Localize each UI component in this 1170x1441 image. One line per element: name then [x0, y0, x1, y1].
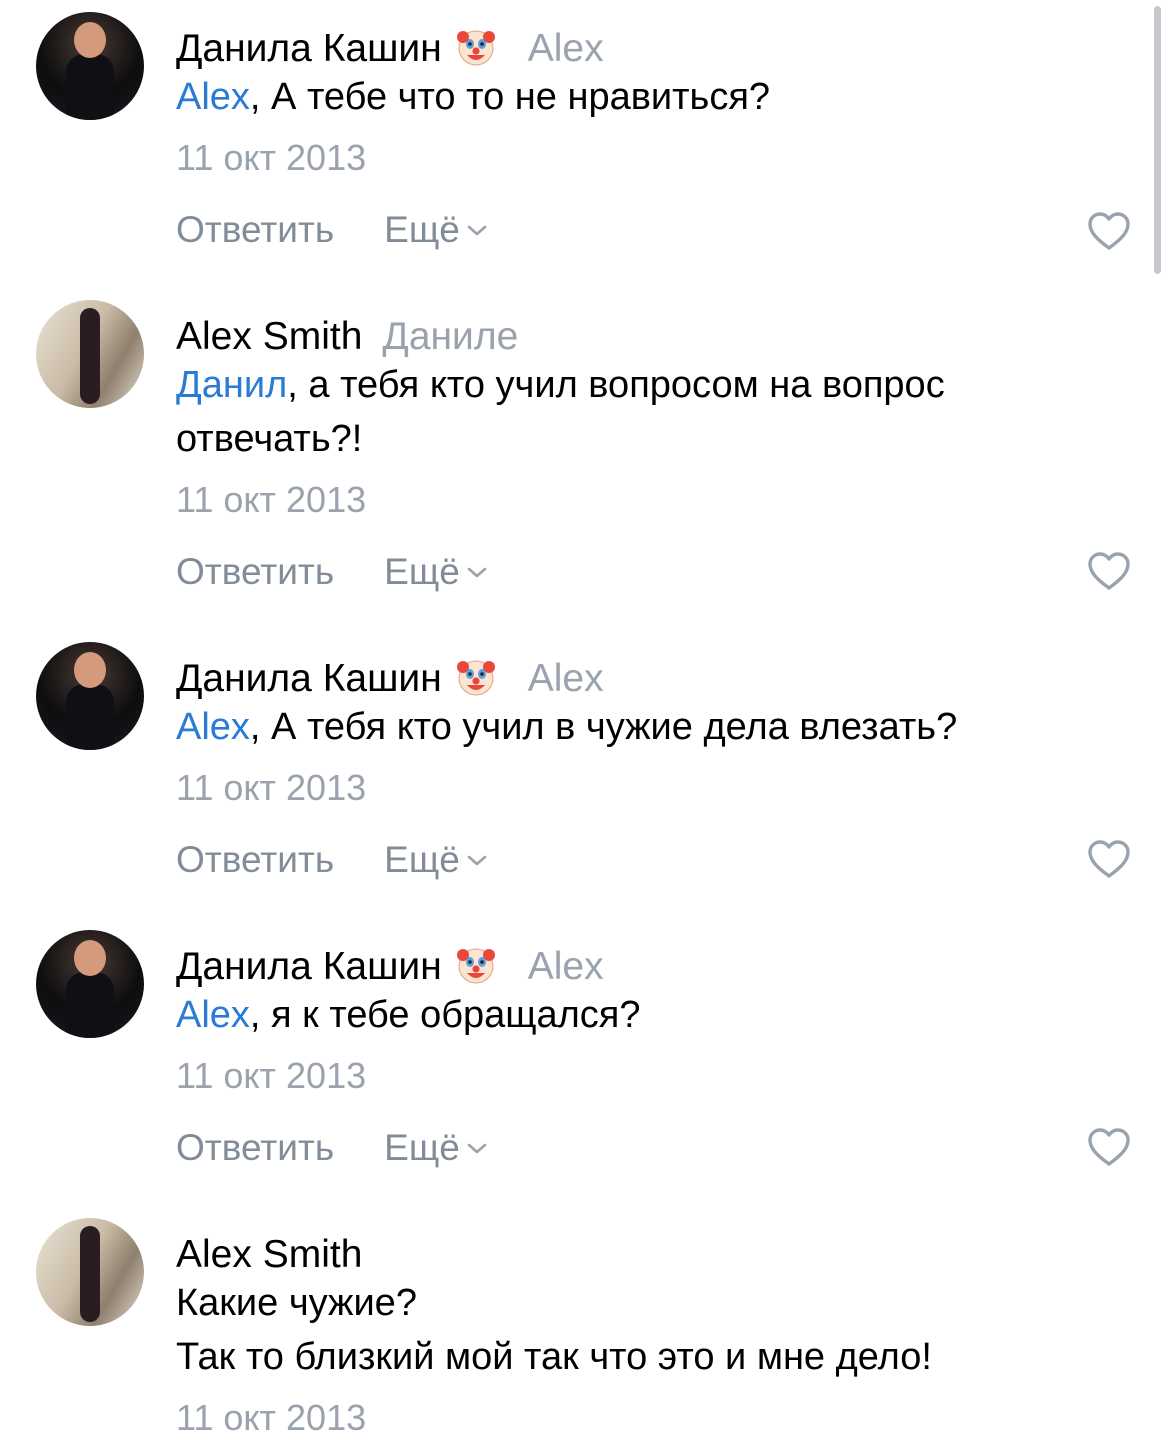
comment-text: Данил, а тебя кто учил вопросом на вопро…: [176, 358, 945, 466]
reply-to-name[interactable]: Даниле: [382, 315, 518, 358]
avatar[interactable]: [36, 300, 144, 408]
more-button[interactable]: Ещё: [384, 839, 488, 880]
comment-header: Данила Кашин Alex: [176, 942, 604, 992]
reply-to-name[interactable]: Alex: [528, 27, 604, 70]
heart-outline-icon[interactable]: [1086, 210, 1132, 252]
comment-actions: Ответить Ещё: [176, 550, 488, 594]
comment-date: 11 окт 2013: [176, 767, 367, 808]
comment-text-line: , А тебя кто учил в чужие дела влезать?: [249, 706, 958, 748]
author-name[interactable]: Alex Smith: [176, 315, 362, 358]
more-label: Ещё: [384, 1127, 460, 1168]
mention-link[interactable]: Данил: [176, 364, 287, 406]
more-label: Ещё: [384, 551, 460, 592]
heart-outline-icon[interactable]: [1086, 838, 1132, 880]
comment-text-line: Какие чужие?: [176, 1282, 417, 1324]
reply-button[interactable]: Ответить: [176, 1127, 334, 1168]
avatar[interactable]: [36, 642, 144, 750]
clown-face-emoji-icon: [456, 948, 495, 984]
reply-button[interactable]: Ответить: [176, 551, 334, 592]
comment-date: 11 окт 2013: [176, 137, 367, 178]
comment-header: Alex Smith: [176, 1230, 362, 1280]
mention-link[interactable]: Alex: [176, 706, 250, 748]
comment-text-line: , я к тебе обращался?: [249, 994, 641, 1036]
chevron-down-icon: [467, 1143, 487, 1154]
comment-text-line: , а тебя кто учил вопросом на вопрос: [287, 364, 945, 406]
avatar[interactable]: [36, 12, 144, 120]
more-label: Ещё: [384, 209, 460, 250]
mention-link[interactable]: Alex: [176, 76, 250, 118]
author-name[interactable]: Данила Кашин: [176, 657, 442, 700]
comment-actions: Ответить Ещё: [176, 838, 488, 882]
comment-text: Alex, А тебя кто учил в чужие дела влеза…: [176, 700, 957, 754]
clown-face-emoji-icon: [456, 30, 495, 66]
scrollbar[interactable]: [1154, 6, 1161, 274]
comment-actions: Ответить Ещё: [176, 208, 488, 252]
author-name[interactable]: Alex Smith: [176, 1233, 362, 1276]
reply-button[interactable]: Ответить: [176, 839, 334, 880]
comment-date: 11 окт 2013: [176, 1397, 367, 1438]
reply-to-name[interactable]: Alex: [528, 945, 604, 988]
heart-outline-icon[interactable]: [1086, 1126, 1132, 1168]
heart-outline-icon[interactable]: [1086, 550, 1132, 592]
clown-face-emoji-icon: [456, 660, 495, 696]
comment-header: Данила Кашин Alex: [176, 654, 604, 704]
more-label: Ещё: [384, 839, 460, 880]
author-name[interactable]: Данила Кашин: [176, 945, 442, 988]
comment-text: Alex, А тебе что то не нравиться?: [176, 70, 770, 124]
comment-header: Alex Smith Даниле: [176, 312, 518, 362]
more-button[interactable]: Ещё: [384, 1127, 488, 1168]
comment-text: Alex, я к тебе обращался?: [176, 988, 641, 1042]
chevron-down-icon: [467, 855, 487, 866]
author-name[interactable]: Данила Кашин: [176, 27, 442, 70]
comment-actions: Ответить Ещё: [176, 1126, 488, 1170]
comment-text-line: , А тебе что то не нравиться?: [249, 76, 771, 118]
mention-link[interactable]: Alex: [176, 994, 250, 1036]
comment-header: Данила Кашин Alex: [176, 24, 604, 74]
reply-button[interactable]: Ответить: [176, 209, 334, 250]
avatar[interactable]: [36, 930, 144, 1038]
comment-text: Какие чужие? Так то близкий мой так что …: [176, 1276, 932, 1384]
chevron-down-icon: [467, 567, 487, 578]
more-button[interactable]: Ещё: [384, 551, 488, 592]
comment-text-line: отвечать?!: [176, 418, 363, 460]
comment-date: 11 окт 2013: [176, 479, 367, 520]
comment-text-line: Так то близкий мой так что это и мне дел…: [176, 1336, 932, 1378]
comment-date: 11 окт 2013: [176, 1055, 367, 1096]
chevron-down-icon: [467, 225, 487, 236]
reply-to-name[interactable]: Alex: [528, 657, 604, 700]
avatar[interactable]: [36, 1218, 144, 1326]
more-button[interactable]: Ещё: [384, 209, 488, 250]
